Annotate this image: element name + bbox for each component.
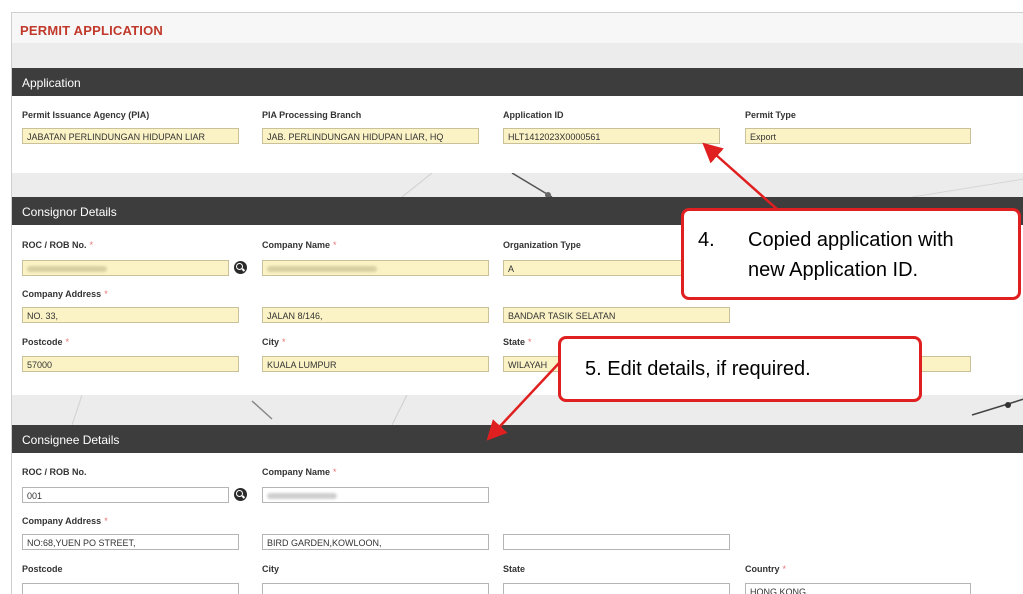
consignee-city-field[interactable] [262, 583, 489, 594]
consignee-city-label: City [262, 564, 280, 574]
consignor-address-line3[interactable]: BANDAR TASIK SELATAN [503, 307, 730, 323]
section-header-consignee: Consignee Details [12, 425, 1023, 453]
consignee-postcode-label: Postcode [22, 564, 63, 574]
consignor-postcode-label: Postcode * [22, 337, 70, 347]
consignee-roc-field[interactable]: 001 [22, 487, 229, 503]
consignee-section: ROC / ROB No. 001 Company Name * Company … [12, 453, 1023, 594]
consignee-address-line1[interactable]: NO:68,YUEN PO STREET, [22, 534, 239, 550]
consignee-address-line2[interactable]: BIRD GARDEN,KOWLOON, [262, 534, 489, 550]
consignor-address-line1[interactable]: NO. 33, [22, 307, 239, 323]
consignor-address-label: Company Address * [22, 289, 108, 299]
consignor-postcode-field[interactable]: 57000 [22, 356, 239, 372]
callout-5-text: 5. Edit details, if required. [585, 358, 811, 380]
consignee-address-label: Company Address * [22, 516, 108, 526]
pia-label: Permit Issuance Agency (PIA) [22, 110, 150, 120]
consignee-roc-label: ROC / ROB No. [22, 467, 87, 477]
application-id-label: Application ID [503, 110, 564, 120]
consignee-country-label: Country * [745, 564, 787, 574]
search-icon[interactable] [234, 488, 247, 501]
callout-4-line1: Copied application with [748, 229, 954, 251]
pia-branch-label: PIA Processing Branch [262, 110, 362, 120]
consignor-city-label: City * [262, 337, 286, 347]
consignor-company-name-label: Company Name * [262, 240, 337, 250]
application-section: Permit Issuance Agency (PIA) JABATAN PER… [12, 96, 1023, 173]
background-network-graphic [401, 173, 1023, 197]
permit-type-label: Permit Type [745, 110, 796, 120]
consignor-roc-label: ROC / ROB No. * [22, 240, 94, 250]
callout-4-number: 4. [698, 229, 715, 251]
pia-branch-field[interactable]: JAB. PERLINDUNGAN HIDUPAN LIAR, HQ [262, 128, 479, 144]
organization-type-label: Organization Type [503, 240, 581, 250]
consignor-state-label: State * [503, 337, 532, 347]
consignor-roc-field[interactable] [22, 260, 229, 276]
callout-edit-details: 5. Edit details, if required. [558, 336, 922, 402]
section-header-application: Application [12, 68, 1023, 96]
page-title: PERMIT APPLICATION [20, 23, 163, 38]
consignee-company-name-label: Company Name * [262, 467, 337, 477]
consignee-country-field[interactable]: HONG KONG [745, 583, 971, 594]
consignor-address-line2[interactable]: JALAN 8/146, [262, 307, 489, 323]
consignee-company-name-field[interactable] [262, 487, 489, 503]
consignee-state-field[interactable] [503, 583, 730, 594]
decorative-band [12, 173, 1023, 197]
pia-field[interactable]: JABATAN PERLINDUNGAN HIDUPAN LIAR [22, 128, 239, 144]
callout-4-line2: new Application ID. [748, 259, 919, 281]
search-icon[interactable] [234, 261, 247, 274]
callout-copied-application: 4. Copied application with new Applicati… [681, 208, 1021, 300]
consignor-company-name-field[interactable] [262, 260, 489, 276]
consignee-address-line3[interactable] [503, 534, 730, 550]
permit-type-field[interactable]: Export [745, 128, 971, 144]
consignor-city-field[interactable]: KUALA LUMPUR [262, 356, 489, 372]
application-id-field[interactable]: HLT1412023X0000561 [503, 128, 720, 144]
consignee-postcode-field[interactable] [22, 583, 239, 594]
permit-application-page: PERMIT APPLICATION Application Permit Is… [11, 12, 1023, 594]
consignee-state-label: State [503, 564, 526, 574]
organization-type-field[interactable]: A [503, 260, 703, 276]
